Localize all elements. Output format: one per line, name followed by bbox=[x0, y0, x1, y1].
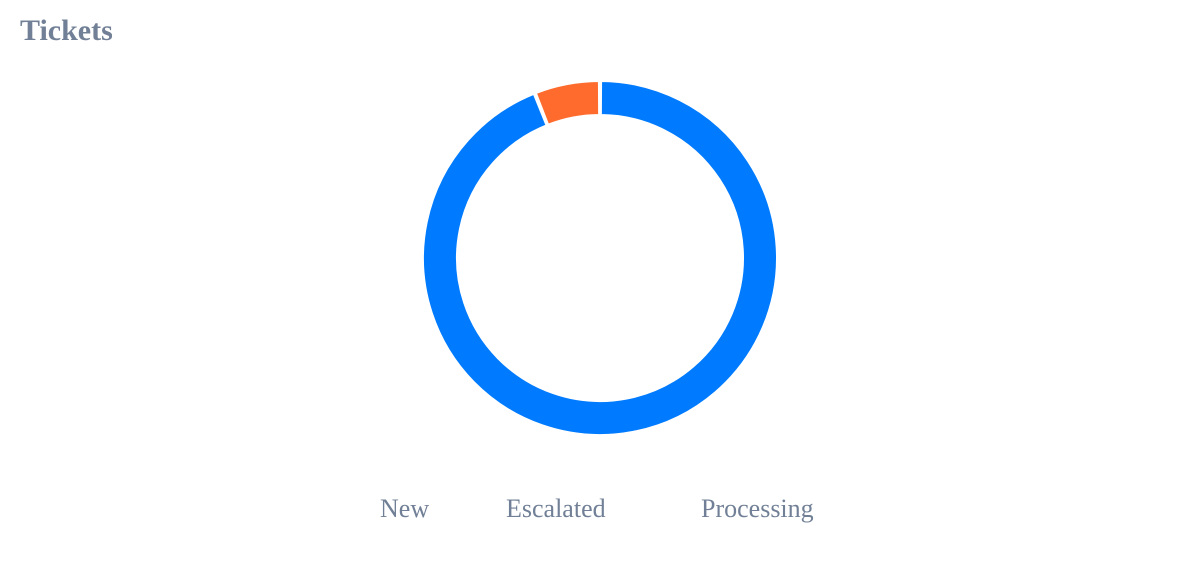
legend-label-escalated[interactable]: Escalated bbox=[506, 494, 606, 524]
legend-label-new[interactable]: New bbox=[380, 494, 429, 524]
donut-slice-processing[interactable] bbox=[422, 80, 778, 436]
donut-chart bbox=[422, 80, 778, 436]
legend-label-processing[interactable]: Processing bbox=[701, 494, 814, 524]
tickets-card: Tickets New Escalated Processing bbox=[0, 0, 1200, 570]
donut-slice-escalated[interactable] bbox=[534, 80, 601, 126]
